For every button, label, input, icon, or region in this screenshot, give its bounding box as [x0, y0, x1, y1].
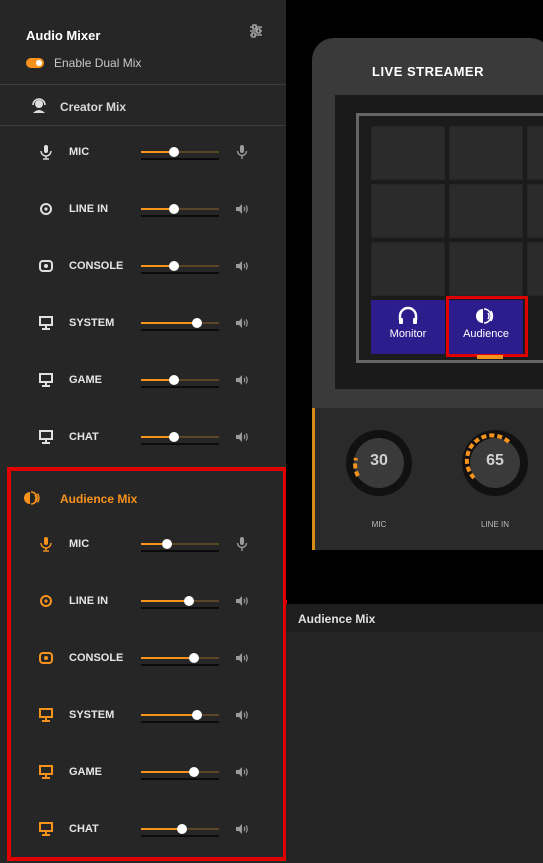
channel-row-chat: CHAT	[0, 426, 286, 450]
monitor-icon	[39, 316, 53, 330]
slider-handle[interactable]	[168, 147, 179, 157]
creator-icon	[32, 98, 46, 113]
line-in-icon	[40, 203, 52, 215]
volume-slider[interactable]	[141, 318, 219, 331]
channel-label: MIC	[69, 146, 90, 158]
selected-indicator	[477, 355, 503, 359]
audience-mix-highlight	[7, 467, 287, 861]
line-in-knob[interactable]: 65	[460, 428, 530, 498]
mic-icon	[40, 145, 52, 160]
mixer-header: Audio Mixer	[0, 17, 286, 47]
pad[interactable]	[449, 242, 523, 296]
enable-dual-mix-row: Enable Dual Mix	[0, 52, 286, 78]
creator-mix-title: Creator Mix	[60, 100, 127, 114]
slider-fill	[141, 322, 198, 324]
audience-mix-panel-header: Audience Mix	[286, 604, 543, 632]
slider-underline	[141, 329, 219, 331]
channel-row-system: SYSTEM	[0, 312, 286, 336]
console-icon	[39, 260, 53, 272]
monitor-icon	[39, 373, 53, 387]
line-in-knob-value: 65	[486, 452, 504, 469]
volume-slider[interactable]	[141, 147, 219, 160]
channel-label: LINE IN	[69, 203, 109, 215]
volume-slider[interactable]	[141, 432, 219, 445]
slider-handle[interactable]	[168, 375, 179, 385]
channel-row-game: GAME	[0, 369, 286, 393]
pad[interactable]	[527, 242, 543, 296]
slider-handle[interactable]	[168, 204, 179, 214]
speaker-icon[interactable]	[234, 201, 250, 217]
pad[interactable]	[371, 126, 445, 180]
channel-row-line-in: LINE IN	[0, 198, 286, 222]
pad[interactable]	[527, 126, 543, 180]
divider	[0, 125, 286, 126]
channel-row-console: CONSOLE	[0, 255, 286, 279]
pad[interactable]	[371, 184, 445, 238]
channel-label: CONSOLE	[69, 260, 124, 272]
slider-handle[interactable]	[168, 261, 179, 271]
channel-label: GAME	[69, 374, 102, 386]
slider-handle[interactable]	[192, 318, 203, 328]
volume-slider[interactable]	[141, 375, 219, 388]
speaker-icon[interactable]	[234, 372, 250, 388]
creator-mix-header: Creator Mix	[0, 95, 286, 121]
monitor-pad-button[interactable]: Monitor	[371, 300, 445, 354]
audience-button-highlight	[446, 296, 528, 357]
slider-underline	[141, 158, 219, 160]
monitor-label: Monitor	[389, 328, 427, 340]
mic-mute-icon[interactable]	[234, 144, 250, 160]
pad[interactable]	[449, 184, 523, 238]
slider-underline	[141, 272, 219, 274]
slider-underline	[141, 386, 219, 388]
pad[interactable]	[449, 126, 523, 180]
pad[interactable]	[371, 242, 445, 296]
channel-label: SYSTEM	[69, 317, 115, 329]
mixer-title: Audio Mixer	[26, 28, 101, 43]
pad[interactable]	[527, 184, 543, 238]
slider-underline	[141, 443, 219, 445]
monitor-icon	[39, 430, 53, 444]
slider-handle[interactable]	[168, 432, 179, 442]
channel-label: CHAT	[69, 431, 99, 443]
device-name: LIVE STREAMER	[372, 64, 484, 79]
dual-mix-label: Enable Dual Mix	[54, 56, 142, 70]
headphones-icon	[398, 306, 418, 324]
divider	[0, 84, 286, 85]
speaker-icon[interactable]	[234, 429, 250, 445]
volume-slider[interactable]	[141, 261, 219, 274]
channel-row-mic: MIC	[0, 141, 286, 165]
mic-knob-label: MIC	[371, 520, 387, 529]
audience-mix-panel: Audience Mix	[286, 604, 543, 863]
speaker-icon[interactable]	[234, 258, 250, 274]
audience-mix-panel-title: Audience Mix	[298, 612, 376, 626]
dual-mix-toggle[interactable]	[26, 58, 44, 68]
slider-underline	[141, 215, 219, 217]
mic-knob-value: 30	[370, 452, 388, 469]
volume-slider[interactable]	[141, 204, 219, 217]
speaker-icon[interactable]	[234, 315, 250, 331]
mixer-settings-icon[interactable]	[248, 23, 264, 39]
mic-knob[interactable]: 30	[344, 428, 414, 498]
line-in-knob-label: LINE IN	[480, 520, 509, 529]
